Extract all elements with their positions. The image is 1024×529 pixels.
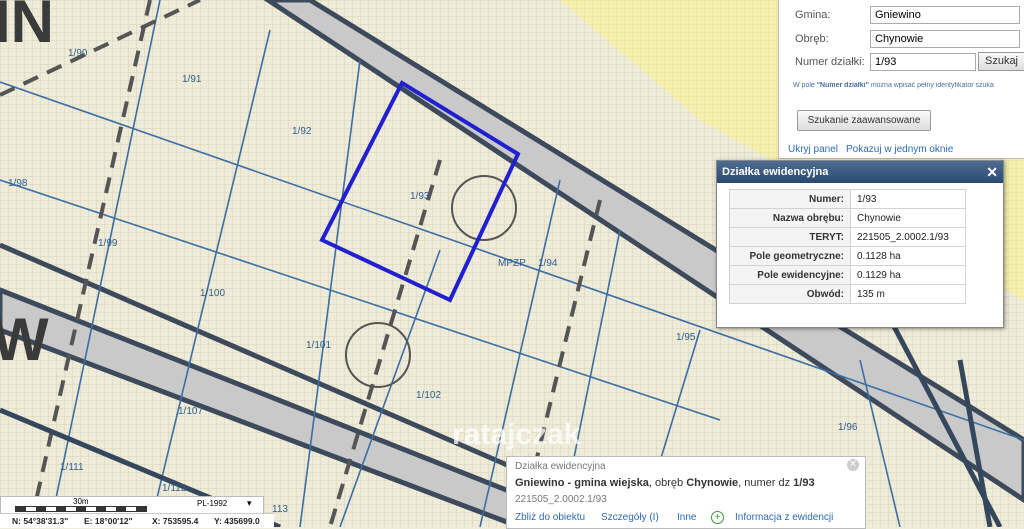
row-key: Nazwa obrębu: bbox=[729, 208, 851, 228]
parcel-label: 1/92 bbox=[292, 126, 312, 137]
parcel-label: 113 bbox=[272, 504, 288, 515]
coord-e: E: 18°00'12" bbox=[84, 516, 133, 526]
parcel-label: 1/91 bbox=[182, 74, 202, 85]
advanced-search-button[interactable]: Szukanie zaawansowane bbox=[797, 110, 931, 131]
popup-title: Działka ewidencyjna bbox=[722, 166, 829, 178]
parcel-label: 1/93 bbox=[410, 191, 430, 202]
info-gmina: Gniewino - gmina wiejska bbox=[515, 477, 649, 489]
numer-label: Numer działki: bbox=[795, 56, 865, 68]
row-value: 0.1128 ha bbox=[850, 246, 966, 266]
plus-icon[interactable]: + bbox=[711, 511, 724, 524]
table-row: Nazwa obrębu: Chynowie bbox=[729, 208, 966, 228]
crs-label: PL-1992 bbox=[197, 499, 228, 508]
info-obreb-prefix: , obręb bbox=[648, 477, 687, 489]
coord-n: N: 54°38'31.3" bbox=[12, 516, 69, 526]
parcel-label: 1/100 bbox=[200, 288, 225, 299]
parcel-label: 1/112 bbox=[162, 483, 187, 494]
coordinate-bar: N: 54°38'31.3" E: 18°00'12" X: 753595.4 … bbox=[0, 513, 274, 528]
table-row: TERYT: 221505_2.0002.1/93 bbox=[729, 227, 966, 247]
info-obreb: Chynowie bbox=[686, 477, 739, 489]
close-icon[interactable]: ✕ bbox=[986, 161, 998, 183]
gmina-field[interactable] bbox=[870, 6, 1020, 24]
row-key: Numer: bbox=[729, 189, 851, 209]
other-link[interactable]: Inne bbox=[677, 512, 696, 523]
popup-table: Numer: 1/93 Nazwa obrębu: Chynowie TERYT: 2… bbox=[729, 189, 966, 304]
table-row: Obwód: 135 m bbox=[729, 284, 966, 304]
registry-info-link[interactable]: Informacja z ewidencji bbox=[735, 512, 833, 523]
info-title: Działka ewidencyjna bbox=[515, 461, 606, 472]
plan-label: MPZP bbox=[498, 258, 526, 269]
hint-prefix: W pole bbox=[793, 82, 817, 89]
row-value: 1/93 bbox=[850, 189, 966, 209]
parcel-label: 1/99 bbox=[98, 238, 118, 249]
table-row: Pole geometryczne: 0.1128 ha bbox=[729, 246, 966, 266]
row-value: 135 m bbox=[850, 284, 966, 304]
info-teryt: 221505_2.0002.1/93 bbox=[515, 494, 607, 505]
details-link[interactable]: Szczegóły (I) bbox=[601, 512, 659, 523]
table-row: Numer: 1/93 bbox=[729, 189, 966, 209]
info-numer: 1/93 bbox=[793, 477, 815, 489]
parcel-label: 1/107 bbox=[178, 406, 203, 417]
coord-x: X: 753595.4 bbox=[152, 516, 199, 526]
row-value: 221505_2.0002.1/93 bbox=[850, 227, 966, 247]
row-key: Pole ewidencyjne: bbox=[729, 265, 851, 285]
parcel-label: 1/111 bbox=[60, 462, 84, 473]
info-box: ✕ Działka ewidencyjna Gniewino - gmina w… bbox=[506, 456, 866, 529]
numer-field[interactable] bbox=[870, 53, 976, 71]
zoom-to-object-link[interactable]: Zbliż do obiektu bbox=[515, 512, 585, 523]
hint-bold: "Numer działki" bbox=[816, 82, 869, 89]
parcel-label: 1/95 bbox=[676, 332, 696, 343]
close-icon[interactable]: ✕ bbox=[847, 459, 859, 471]
info-numer-prefix: , numer dz bbox=[738, 477, 794, 489]
hint-suffix: można wpisać pełny identyfikator szuka bbox=[868, 82, 994, 89]
parcel-label: 1/102 bbox=[416, 390, 441, 401]
parcel-label: 1/96 bbox=[838, 422, 858, 433]
row-key: Obwód: bbox=[729, 284, 851, 304]
hide-panel-link[interactable]: Ukryj panel bbox=[788, 144, 838, 155]
row-value: 0.1129 ha bbox=[850, 265, 966, 285]
info-summary: Gniewino - gmina wiejska, obręb Chynowie… bbox=[515, 477, 815, 489]
search-panel: Gmina: Obręb: Numer działki: Szukaj W po… bbox=[778, 0, 1024, 159]
scale-bar bbox=[15, 506, 147, 512]
parcel-label: 1/98 bbox=[8, 178, 28, 189]
parcel-label: 1/90 bbox=[68, 48, 88, 59]
parcel-label: 1/101 bbox=[306, 340, 331, 351]
map-letter: IN bbox=[0, 0, 54, 55]
search-button[interactable]: Szukaj bbox=[978, 52, 1024, 71]
coord-y: Y: 435699.0 bbox=[214, 516, 260, 526]
watermark: ratajczak bbox=[452, 418, 581, 451]
map-letter: W bbox=[0, 306, 49, 373]
popup-header: Działka ewidencyjna ✕ bbox=[717, 161, 1003, 183]
obreb-label: Obręb: bbox=[795, 33, 829, 45]
gmina-label: Gmina: bbox=[795, 9, 831, 21]
row-key: Pole geometryczne: bbox=[729, 246, 851, 266]
row-key: TERYT: bbox=[729, 227, 851, 247]
chevron-down-icon[interactable]: ▾ bbox=[247, 498, 252, 509]
table-row: Pole ewidencyjne: 0.1129 ha bbox=[729, 265, 966, 285]
row-value: Chynowie bbox=[850, 208, 966, 228]
search-hint: W pole "Numer działki" można wpisać pełn… bbox=[793, 82, 1024, 89]
obreb-field[interactable] bbox=[870, 30, 1020, 48]
scale-label: 30m bbox=[73, 497, 89, 506]
single-window-link[interactable]: Pokazuj w jednym oknie bbox=[846, 144, 953, 155]
parcel-label: 1/94 bbox=[538, 258, 558, 269]
parcel-popup: Działka ewidencyjna ✕ Numer: 1/93 Nazwa o… bbox=[716, 160, 1004, 328]
